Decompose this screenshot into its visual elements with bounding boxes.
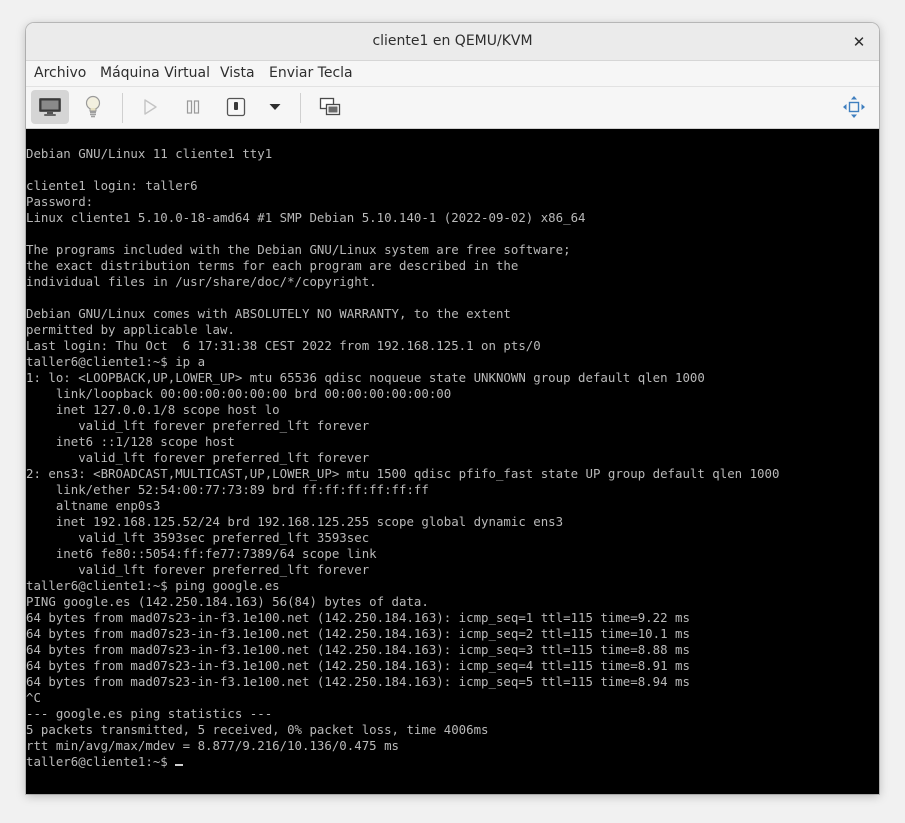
snapshots-icon [319,97,341,116]
show-console-button[interactable] [31,90,69,124]
terminal-line: inet6 fe80::5054:ff:fe77:7389/64 scope l… [55,546,377,561]
terminal-line: valid_lft 3593sec preferred_lft 3593sec [78,530,370,545]
vm-viewer-window: cliente1 en QEMU/KVM ✕ Archivo Máquina V… [26,23,879,794]
resize-to-vm-button[interactable] [835,90,873,124]
chevron-down-icon [269,104,281,110]
terminal-output: Debian GNU/Linux 11 cliente1 tty1 client… [26,146,779,770]
terminal-line: Debian GNU/Linux comes with ABSOLUTELY N… [26,306,511,321]
terminal-line: 5 packets transmitted, 5 received, 0% pa… [26,722,489,737]
terminal-line: 64 bytes from mad07s23-in-f3.1e100.net (… [26,610,690,625]
toolbar-separator [122,93,123,123]
window-title: cliente1 en QEMU/KVM [372,33,533,49]
terminal-line: inet 192.168.125.52/24 brd 192.168.125.2… [55,514,564,529]
terminal-line: PING google.es (142.250.184.163) 56(84) … [26,594,429,609]
terminal-line: valid_lft forever preferred_lft forever [78,562,370,577]
menu-bar: Archivo Máquina Virtual Vista Enviar Tec… [26,61,879,87]
lightbulb-icon [85,95,101,118]
terminal-line: 64 bytes from mad07s23-in-f3.1e100.net (… [26,658,690,673]
menu-enviar-tecla[interactable]: Enviar Tecla [269,61,353,86]
power-icon [226,97,246,117]
monitor-icon [39,98,61,116]
terminal-line: valid_lft forever preferred_lft forever [78,450,370,465]
pause-icon [186,100,200,114]
terminal-line: cliente1 login: taller6 [26,178,198,193]
terminal-line: 64 bytes from mad07s23-in-f3.1e100.net (… [26,642,690,657]
terminal-line: Last login: Thu Oct 6 17:31:38 CEST 2022… [26,338,541,353]
terminal-line: rtt min/avg/max/mdev = 8.877/9.216/10.13… [26,738,399,753]
run-button[interactable] [131,90,169,124]
terminal-line: taller6@cliente1:~$ ip a [26,354,206,369]
terminal-line: the exact distribution terms for each pr… [26,258,519,273]
terminal-line: 1: lo: <LOOPBACK,UP,LOWER_UP> mtu 65536 … [26,370,705,385]
shutdown-menu-button[interactable] [256,90,294,124]
menu-archivo[interactable]: Archivo [34,61,86,86]
move-arrows-icon [843,96,865,118]
text-cursor [175,764,184,766]
menu-vista[interactable]: Vista [220,61,255,86]
terminal-line: --- google.es ping statistics --- [26,706,273,721]
terminal-line: The programs included with the Debian GN… [26,242,571,257]
menu-maquina-virtual[interactable]: Máquina Virtual [100,61,210,86]
terminal-line: taller6@cliente1:~$ ping google.es [26,578,280,593]
terminal-prompt: taller6@cliente1:~$ [26,754,176,769]
terminal-line: Password: [26,194,94,209]
toolbar-separator [300,93,301,123]
pause-button[interactable] [174,90,212,124]
terminal-line: Linux cliente1 5.10.0-18-amd64 #1 SMP De… [26,210,586,225]
terminal-line: link/ether 52:54:00:77:73:89 brd ff:ff:f… [55,482,429,497]
terminal-line: individual files in /usr/share/doc/*/cop… [26,274,377,289]
terminal-line: 64 bytes from mad07s23-in-f3.1e100.net (… [26,626,690,641]
close-button[interactable]: ✕ [849,32,869,52]
terminal-line: 2: ens3: <BROADCAST,MULTICAST,UP,LOWER_U… [26,466,780,481]
terminal-line: valid_lft forever preferred_lft forever [78,418,370,433]
terminal-line: altname enp0s3 [55,498,161,513]
toolbar [26,87,879,129]
title-bar[interactable]: cliente1 en QEMU/KVM ✕ [26,23,879,61]
terminal-line: ^C [26,690,41,705]
details-button[interactable] [74,90,112,124]
terminal-line: link/loopback 00:00:00:00:00:00 brd 00:0… [55,386,452,401]
snapshots-button[interactable] [311,90,349,124]
shutdown-button[interactable] [217,90,255,124]
terminal-line: permitted by applicable law. [26,322,235,337]
terminal-line: inet6 ::1/128 scope host [55,434,235,449]
terminal-lines: Debian GNU/Linux 11 cliente1 tty1 client… [26,146,779,753]
vm-console[interactable]: Debian GNU/Linux 11 cliente1 tty1 client… [26,129,879,794]
terminal-line: inet 127.0.0.1/8 scope host lo [55,402,280,417]
terminal-line: Debian GNU/Linux 11 cliente1 tty1 [26,146,273,161]
play-icon [144,99,157,115]
terminal-line: 64 bytes from mad07s23-in-f3.1e100.net (… [26,674,690,689]
